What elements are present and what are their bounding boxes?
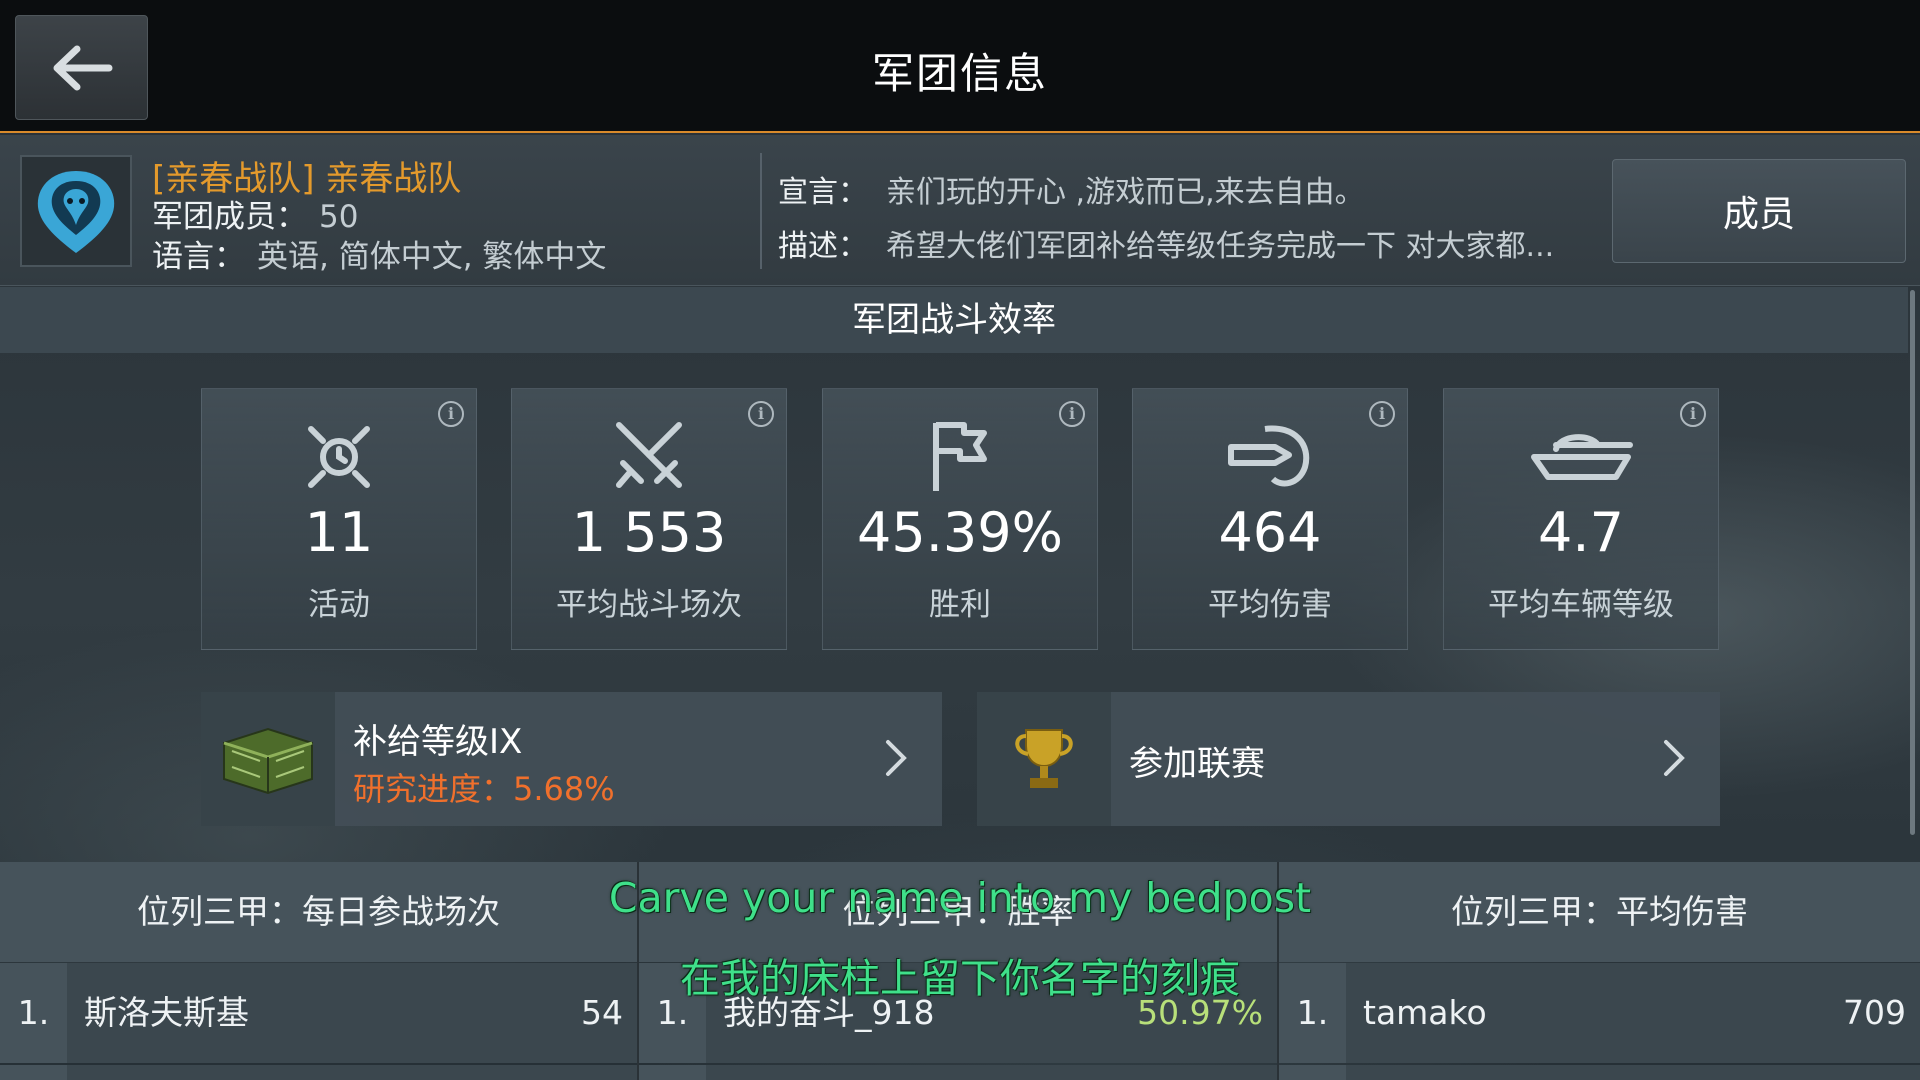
subtitle-chinese: 在我的床柱上留下你名字的刻痕 bbox=[680, 956, 1240, 1002]
subtitle-english: Carve your name into my bedpost bbox=[608, 874, 1312, 922]
clan-emblem bbox=[20, 155, 132, 267]
clan-description-line: 描述： 希望大佬们军团补给等级任务完成一下 对大家都... bbox=[778, 221, 1554, 265]
table-row[interactable] bbox=[0, 1065, 637, 1080]
clan-language-line: 语言： 英语, 简体中文, 繁体中文 bbox=[152, 231, 606, 276]
tank-icon bbox=[1531, 434, 1633, 480]
rank-cell bbox=[1279, 1065, 1346, 1080]
stat-label: 平均战斗场次 bbox=[556, 587, 742, 623]
table-row[interactable] bbox=[1279, 1065, 1920, 1080]
supply-level-title: 补给等级IX bbox=[353, 722, 523, 762]
league-title: 参加联赛 bbox=[1129, 744, 1265, 784]
efficiency-section-title: 军团战斗效率 bbox=[0, 287, 1908, 353]
clan-members-line: 军团成员： 50 bbox=[152, 191, 358, 236]
table-row[interactable] bbox=[639, 1065, 1277, 1080]
members-label: 军团成员： bbox=[152, 199, 307, 235]
scrollbar[interactable] bbox=[1910, 290, 1915, 835]
rank-cell bbox=[0, 1065, 67, 1080]
chevron-right-icon bbox=[886, 740, 907, 776]
language-label: 语言： bbox=[152, 239, 245, 275]
description-label: 描述： bbox=[778, 229, 868, 264]
cobra-emblem-icon bbox=[37, 171, 115, 253]
stat-value: 4.7 bbox=[1538, 501, 1624, 564]
stat-label: 平均伤害 bbox=[1208, 587, 1332, 623]
stat-value: 1 553 bbox=[571, 501, 727, 564]
stat-card-tier: i 4.7 平均车辆等级 bbox=[1443, 388, 1719, 650]
stat-value: 11 bbox=[304, 501, 374, 564]
stat-value: 464 bbox=[1218, 501, 1322, 564]
language-value: 英语, 简体中文, 繁体中文 bbox=[257, 239, 607, 275]
page-title: 军团信息 bbox=[871, 49, 1048, 98]
flag-icon bbox=[933, 422, 987, 491]
motto-value: 亲们玩的开心 ,游戏而已,来去自由。 bbox=[886, 175, 1365, 210]
crossed-swords-icon bbox=[616, 422, 682, 488]
stat-value: 45.39% bbox=[857, 501, 1063, 564]
chevron-right-icon bbox=[1664, 740, 1685, 776]
rank-cell bbox=[639, 1065, 706, 1080]
supply-crate-image bbox=[201, 692, 335, 826]
activity-icon bbox=[308, 426, 370, 488]
supply-crate-icon bbox=[223, 727, 313, 795]
stat-label: 平均车辆等级 bbox=[1488, 587, 1674, 623]
shell-damage-icon bbox=[1228, 425, 1310, 487]
stat-card-battles: i 1 553 平均战斗场次 bbox=[511, 388, 787, 650]
league-panel[interactable]: 参加联赛 bbox=[977, 692, 1720, 826]
supply-progress-label: 研究进度： bbox=[353, 770, 514, 808]
members-button[interactable]: 成员 bbox=[1612, 159, 1906, 263]
top-bar: 军团信息 bbox=[0, 0, 1920, 133]
supply-progress-value: 5.68% bbox=[513, 770, 615, 808]
members-count: 50 bbox=[319, 199, 359, 235]
stat-card-activity: i 11 活动 bbox=[201, 388, 477, 650]
header-divider bbox=[760, 153, 762, 269]
description-value: 希望大佬们军团补给等级任务完成一下 对大家都... bbox=[886, 229, 1555, 264]
stat-card-wins: i 45.39% 胜利 bbox=[822, 388, 1098, 650]
stat-label: 胜利 bbox=[929, 587, 991, 623]
stat-label: 活动 bbox=[308, 587, 370, 623]
trophy-icon bbox=[1015, 729, 1073, 788]
motto-label: 宣言： bbox=[778, 175, 868, 210]
supply-level-panel[interactable]: 补给等级IX 研究进度：5.68% bbox=[201, 692, 942, 826]
clan-motto-line: 宣言： 亲们玩的开心 ,游戏而已,来去自由。 bbox=[778, 167, 1365, 211]
clan-header: [亲春战队] 亲春战队 军团成员： 50 语言： 英语, 简体中文, 繁体中文 宣言… bbox=[0, 135, 1920, 286]
stat-card-damage: i 464 平均伤害 bbox=[1132, 388, 1408, 650]
league-trophy-image bbox=[977, 692, 1111, 826]
supply-progress: 研究进度：5.68% bbox=[353, 764, 615, 810]
